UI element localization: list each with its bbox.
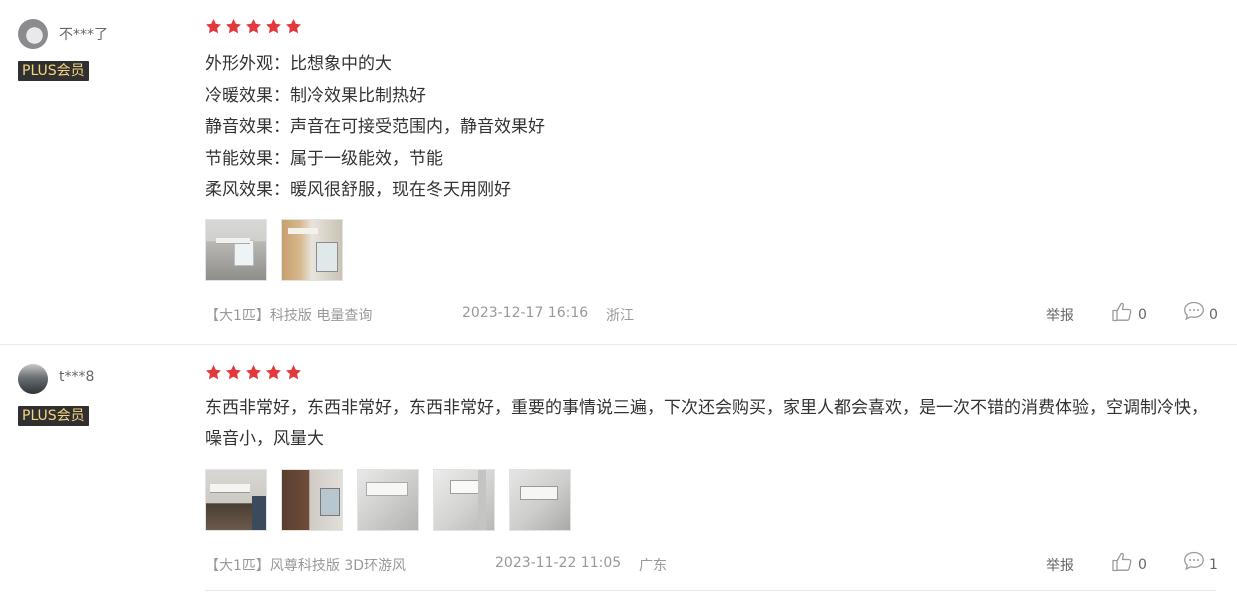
review-photo-thumbnail[interactable]: [433, 469, 495, 531]
star-icon: [265, 18, 282, 35]
user-avatar[interactable]: [18, 19, 48, 49]
review-location: 浙江: [606, 308, 634, 324]
review-location: 广东: [639, 558, 667, 574]
review-date: 2023-11-22 11:05: [495, 555, 622, 571]
like-count: 0: [1138, 557, 1147, 573]
star-icon: [245, 18, 262, 35]
comment-count: 0: [1209, 307, 1218, 323]
review-text: 外形外观：比想象中的大 冷暖效果：制冷效果比制热好 静音效果：声音在可接受范围内…: [205, 49, 1215, 207]
plus-member-badge: PLUS会员: [18, 61, 89, 81]
star-icon: [265, 364, 282, 381]
review-line: 静音效果：声音在可接受范围内，静音效果好: [205, 117, 545, 137]
thumbs-up-icon[interactable]: [1111, 302, 1133, 322]
review-divider: [205, 590, 1216, 591]
star-icon: [205, 364, 222, 381]
review-date: 2023-12-17 16:16: [462, 305, 589, 321]
report-link[interactable]: 举报: [1046, 555, 1074, 575]
comment-icon[interactable]: [1183, 551, 1205, 571]
review-line: 外形外观：比想象中的大: [205, 54, 392, 74]
review-photo-thumbnail[interactable]: [357, 469, 419, 531]
like-count: 0: [1138, 307, 1147, 323]
plus-member-badge: PLUS会员: [18, 406, 89, 426]
star-icon: [245, 364, 262, 381]
review-photo-thumbnail[interactable]: [205, 219, 267, 281]
star-icon: [285, 18, 302, 35]
review-item: t***8 PLUS会员 东西非常好，东西非常好，东西非常好，重要的事情说三遍，…: [0, 345, 1237, 594]
rating-stars: [205, 364, 302, 381]
product-variant: 【大1匹】科技版 电量查询: [205, 308, 373, 324]
report-link[interactable]: 举报: [1046, 305, 1074, 325]
star-icon: [225, 18, 242, 35]
product-variant: 【大1匹】风尊科技版 3D环游风: [205, 558, 407, 574]
star-icon: [205, 18, 222, 35]
username[interactable]: 不***了: [59, 24, 108, 44]
review-line: 节能效果：属于一级能效，节能: [205, 148, 443, 169]
thumbs-up-icon[interactable]: [1111, 552, 1133, 572]
username[interactable]: t***8: [59, 369, 94, 385]
review-images: [205, 469, 571, 531]
comment-count: 1: [1209, 557, 1218, 573]
review-photo-thumbnail[interactable]: [281, 219, 343, 281]
star-icon: [285, 364, 302, 381]
comment-icon[interactable]: [1183, 301, 1205, 321]
star-icon: [225, 364, 242, 381]
review-photo-thumbnail[interactable]: [509, 469, 571, 531]
rating-stars: [205, 18, 302, 35]
review-images: [205, 219, 343, 281]
review-photo-thumbnail[interactable]: [205, 469, 267, 531]
review-line: 冷暖效果：制冷效果比制热好: [205, 85, 426, 106]
review-item: 不***了 PLUS会员 外形外观：比想象中的大 冷暖效果：制冷效果比制热好 静…: [0, 0, 1237, 344]
review-photo-thumbnail[interactable]: [281, 469, 343, 531]
review-text: 东西非常好，东西非常好，东西非常好，重要的事情说三遍，下次还会购买，家里人都会喜…: [205, 398, 1208, 449]
review-line: 柔风效果：暖风很舒服，现在冬天用刚好: [205, 180, 511, 200]
user-avatar[interactable]: [18, 364, 48, 394]
